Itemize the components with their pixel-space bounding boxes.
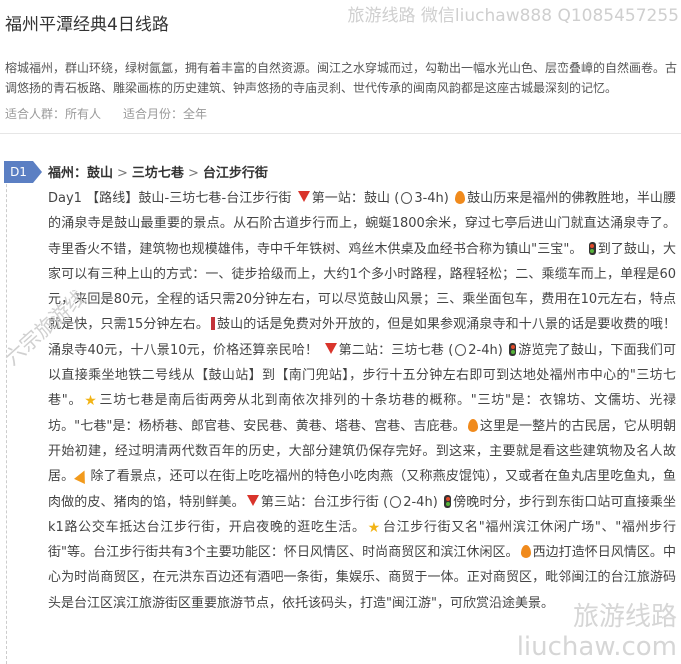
clock-icon xyxy=(401,192,413,204)
content-text: 2-4h) xyxy=(468,342,508,358)
clock-icon xyxy=(390,495,402,508)
traffic-light-icon xyxy=(509,342,517,356)
route-stop-1: 福州：鼓山 xyxy=(48,166,114,181)
traffic-light-icon xyxy=(588,241,596,255)
pizza-icon xyxy=(74,468,91,485)
star-icon: ★ xyxy=(367,519,381,536)
route-stop-2: 三坊七巷 xyxy=(131,166,184,181)
timeline-line xyxy=(6,164,7,664)
route-separator: > xyxy=(117,166,128,181)
content-text: 2-4h) xyxy=(403,494,443,510)
flame-icon xyxy=(455,191,466,204)
red-triangle-icon xyxy=(246,494,259,506)
content-text: 3-4h) xyxy=(414,191,454,206)
watermark-bottom: 旅游线路 liuchaw.com xyxy=(517,602,677,662)
meta-month-label: 适合月份： xyxy=(123,107,184,121)
content-text: Day1 【路线】鼓山-三坊七巷-台江步行街 xyxy=(48,191,296,206)
intro-paragraph: 榕城福州，群山环绕，绿树氤氲，拥有着丰富的自然资源。闽江之水穿城而过，勾勒出一幅… xyxy=(5,61,678,95)
content-text: 第一站：鼓山 ( xyxy=(311,191,400,206)
watermark-bottom-line-2: liuchaw.com xyxy=(516,632,677,662)
divider xyxy=(0,133,681,134)
content-text: 第三站：台江步行街 ( xyxy=(260,494,389,510)
clock-icon xyxy=(455,343,467,356)
day-content: Day1 【路线】鼓山-三坊七巷-台江步行街 第一站：鼓山 (3-4h) 鼓山历… xyxy=(48,186,676,616)
route-stop-3: 台江步行街 xyxy=(202,166,268,181)
content-text: 第二站：三坊七巷 ( xyxy=(338,342,454,358)
meta-month-value: 全年 xyxy=(183,107,208,121)
watermark-top: 旅游线路 微信liuchaw888 Q1085457255 xyxy=(347,6,679,26)
flame-icon xyxy=(467,418,478,432)
flame-icon xyxy=(520,545,531,559)
meta-info: 适合人群：所有人 适合月份：全年 xyxy=(5,105,207,122)
star-icon: ★ xyxy=(84,393,97,410)
red-triangle-icon xyxy=(297,191,310,202)
route-header: 福州：鼓山 > 三坊七巷 > 台江步行街 xyxy=(48,162,268,181)
traffic-light-icon xyxy=(444,494,452,508)
red-bar-icon xyxy=(210,317,215,331)
route-separator: > xyxy=(187,166,199,181)
meta-people-label: 适合人群： xyxy=(5,107,66,121)
day-badge: D1 xyxy=(4,161,42,183)
watermark-bottom-line-1: 旅游线路 xyxy=(572,602,677,632)
meta-people-value: 所有人 xyxy=(65,107,102,121)
page-title: 福州平潭经典4日线路 xyxy=(5,15,169,35)
red-triangle-icon xyxy=(324,342,337,354)
